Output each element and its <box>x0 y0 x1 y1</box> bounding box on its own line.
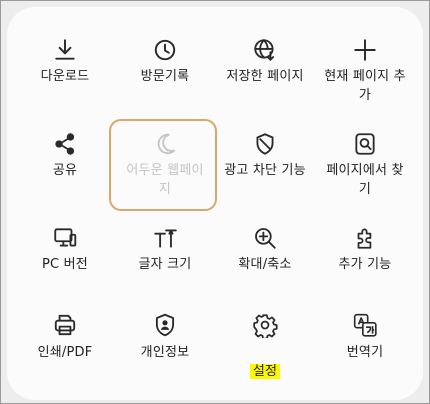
menu-item-label: 현재 페이지 추 가 <box>324 69 406 103</box>
menu-item-label: 다운로드 <box>40 69 90 84</box>
menu-item-translate[interactable]: 번역기 <box>313 312 417 372</box>
translate-icon <box>352 312 378 338</box>
dark-mode-annotation-box <box>109 119 217 211</box>
menu-item-label: 개인정보 <box>140 345 190 360</box>
menu-item-label-container: 설정 <box>213 343 317 381</box>
menu-item-downloads[interactable]: 다운로드 <box>13 37 117 107</box>
menu-item-label: 공유 <box>52 163 78 178</box>
menu-item-label: 추가 기능 <box>338 257 392 272</box>
menu-item-saved-pages[interactable]: 저장한 페이지 <box>213 37 317 107</box>
menu-item-label: 확대/축소 <box>238 257 292 272</box>
zoom-in-icon <box>252 225 278 251</box>
menu-item-desktop-version[interactable]: PC 버전 <box>13 225 117 285</box>
settings-highlight-label: 설정 <box>249 364 281 379</box>
saved-pages-icon <box>252 37 278 63</box>
menu-item-label: 인쇄/PDF <box>37 345 93 360</box>
download-icon <box>52 37 78 63</box>
menu-item-settings[interactable]: 설정 <box>213 312 317 379</box>
share-icon <box>52 131 78 157</box>
menu-item-zoom[interactable]: 확대/축소 <box>213 225 317 285</box>
menu-item-label: 글자 크기 <box>138 257 192 272</box>
screenshot-frame: 다운로드 방문기록 저장한 페이지 현재 페이지 추 가 공유 어두운 웹페이 … <box>0 0 430 404</box>
menu-item-label: PC 버전 <box>42 257 88 272</box>
menu-item-ad-block[interactable]: 광고 차단 기능 <box>213 131 317 201</box>
text-size-icon <box>152 225 178 251</box>
add-icon <box>352 37 378 63</box>
menu-item-label: 번역기 <box>346 345 384 360</box>
menu-item-label: 방문기록 <box>140 69 190 84</box>
ad-block-shield-icon <box>252 131 278 157</box>
menu-item-text-size[interactable]: 글자 크기 <box>113 225 217 285</box>
privacy-icon <box>152 312 178 338</box>
menu-grid: 다운로드 방문기록 저장한 페이지 현재 페이지 추 가 공유 어두운 웹페이 … <box>7 7 423 400</box>
menu-item-label: 광고 차단 기능 <box>224 163 306 178</box>
history-icon <box>152 37 178 63</box>
menu-item-find-in-page[interactable]: 페이지에서 찾 기 <box>313 131 417 201</box>
gear-icon <box>252 312 278 338</box>
extension-puzzle-icon <box>352 225 378 251</box>
menu-item-privacy[interactable]: 개인정보 <box>113 312 217 372</box>
menu-item-print[interactable]: 인쇄/PDF <box>13 312 117 372</box>
menu-item-history[interactable]: 방문기록 <box>113 37 217 107</box>
menu-item-label: 페이지에서 찾 기 <box>326 163 404 197</box>
menu-item-add-page[interactable]: 현재 페이지 추 가 <box>313 37 417 107</box>
menu-item-label: 저장한 페이지 <box>226 69 304 84</box>
find-in-page-icon <box>352 131 378 157</box>
desktop-icon <box>52 225 78 251</box>
print-icon <box>52 312 78 338</box>
menu-item-share[interactable]: 공유 <box>13 131 117 201</box>
menu-item-extensions[interactable]: 추가 기능 <box>313 225 417 285</box>
